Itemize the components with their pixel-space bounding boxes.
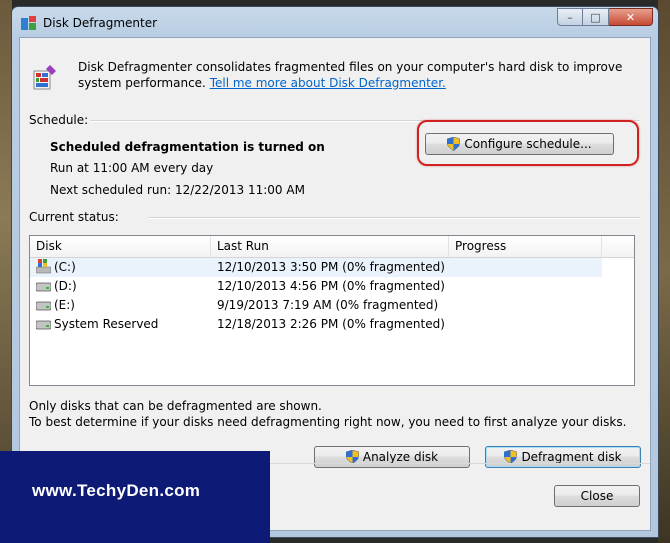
disk-last-run: 12/10/2013 3:50 PM (0% fragmented) [217,260,445,274]
intro-text: Disk Defragmenter consolidates fragmente… [78,59,638,91]
schedule-run-time: Run at 11:00 AM every day [50,161,214,175]
drive-icon [36,282,51,292]
close-icon: ✕ [625,10,636,24]
current-status-label: Current status: [29,210,119,224]
window-controls: – □ ✕ [557,8,653,26]
column-header-disk[interactable]: Disk [30,236,211,257]
defragment-disk-label: Defragment disk [521,450,622,464]
uac-shield-icon [504,450,518,464]
disk-last-run: 12/18/2013 2:26 PM (0% fragmented) [217,317,445,331]
uac-shield-icon [447,137,461,151]
disk-list-header: Disk Last Run Progress [30,236,634,258]
disk-last-run: 9/19/2013 7:19 AM (0% fragmented) [217,298,439,312]
disk-name: System Reserved [54,317,159,331]
disk-row[interactable]: (C:) 12/10/2013 3:50 PM (0% fragmented) [30,258,602,277]
window-title: Disk Defragmenter [43,16,158,30]
next-scheduled-run: Next scheduled run: 12/22/2013 11:00 AM [50,183,305,197]
system-drive-icon [36,259,51,274]
column-header-last-run[interactable]: Last Run [211,236,449,257]
minimize-button[interactable]: – [557,8,583,26]
analyze-disk-button[interactable]: Analyze disk [314,446,470,468]
defragmenter-icon [33,65,56,90]
disk-last-run: 12/10/2013 4:56 PM (0% fragmented) [217,279,445,293]
minimize-icon: – [567,10,573,24]
learn-more-link[interactable]: Tell me more about Disk Defragmenter. [210,76,446,90]
watermark-text: www.TechyDen.com [32,481,201,500]
disk-row[interactable]: (D:) 12/10/2013 4:56 PM (0% fragmented) [30,277,602,296]
configure-schedule-button[interactable]: Configure schedule... [425,133,614,155]
notes-line-1: Only disks that can be defragmented are … [29,399,322,413]
defragment-disk-button[interactable]: Defragment disk [485,446,641,468]
column-header-progress[interactable]: Progress [449,236,602,257]
defrag-app-icon [21,16,36,30]
disk-name: (D:) [54,279,77,293]
close-button[interactable]: Close [554,485,640,507]
analyze-disk-label: Analyze disk [362,450,439,464]
title-bar[interactable]: Disk Defragmenter – □ ✕ [12,7,658,37]
disk-row[interactable]: System Reserved 12/18/2013 2:26 PM (0% f… [30,315,602,334]
disk-name: (E:) [54,298,75,312]
disk-name: (C:) [54,260,76,274]
configure-schedule-label: Configure schedule... [464,137,592,151]
drive-icon [36,301,51,311]
desktop-background-right [658,0,670,543]
status-separator [148,217,640,219]
uac-shield-icon [345,450,359,464]
schedule-status: Scheduled defragmentation is turned on [50,140,325,154]
notes-line-2: To best determine if your disks need def… [29,415,627,429]
schedule-label: Schedule: [29,113,89,127]
maximize-icon: □ [590,10,601,24]
drive-icon [36,320,51,330]
disk-list[interactable]: Disk Last Run Progress (C:) 12/10/2013 3… [29,235,635,386]
disk-row[interactable]: (E:) 9/19/2013 7:19 AM (0% fragmented) [30,296,602,315]
maximize-button[interactable]: □ [583,8,609,26]
close-button-label: Close [580,489,614,503]
close-window-button[interactable]: ✕ [609,8,653,26]
